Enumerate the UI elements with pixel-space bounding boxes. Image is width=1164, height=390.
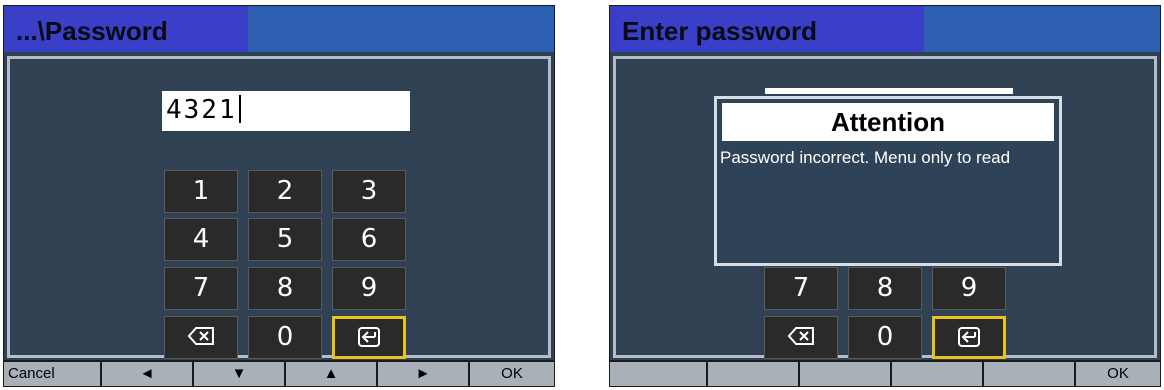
page-title: Enter password [622, 16, 818, 46]
key-enter[interactable] [932, 316, 1006, 359]
softkey-1[interactable] [610, 362, 706, 386]
key-7[interactable]: 7 [164, 267, 238, 310]
softkey-6[interactable]: OK [468, 362, 554, 386]
dialog-message: Password incorrect. Menu only to read [720, 148, 1011, 167]
key-9[interactable]: 9 [932, 267, 1006, 310]
key-1[interactable]: 1 [164, 170, 238, 213]
key-3[interactable]: 3 [332, 170, 406, 213]
key-0[interactable]: 0 [848, 316, 922, 359]
key-0[interactable]: 0 [248, 316, 322, 359]
key-6[interactable]: 6 [332, 218, 406, 261]
softkey-5[interactable]: ► [376, 362, 468, 386]
password-screen-right: Enter password 7890 Attention Password i… [609, 5, 1161, 387]
page-title: ...\Password [16, 16, 168, 46]
key-5[interactable]: 5 [248, 218, 322, 261]
softkey-3[interactable] [798, 362, 890, 386]
key-backspace[interactable] [164, 316, 238, 359]
enter-icon [335, 326, 403, 348]
password-screen-left: ...\Password 4321 123 456 7890 Cancel ◄ ▼ ▲ ► O… [3, 5, 555, 387]
softkey-2[interactable] [706, 362, 798, 386]
key-9[interactable]: 9 [332, 267, 406, 310]
key-7[interactable]: 7 [764, 267, 838, 310]
softkey-5[interactable] [982, 362, 1074, 386]
softkey-2[interactable]: ◄ [100, 362, 192, 386]
attention-dialog: Attention Password incorrect. Menu only … [714, 96, 1062, 266]
softkey-bar: Cancel ◄ ▼ ▲ ► OK [4, 360, 554, 386]
password-input[interactable]: 4321 [162, 91, 410, 131]
softkey-bar: OK [610, 360, 1160, 386]
title-bar: ...\Password [4, 6, 554, 52]
key-2[interactable]: 2 [248, 170, 322, 213]
softkey-3[interactable]: ▼ [192, 362, 284, 386]
softkey-6[interactable]: OK [1074, 362, 1160, 386]
key-8[interactable]: 8 [848, 267, 922, 310]
password-input [765, 88, 1013, 94]
softkey-4[interactable] [890, 362, 982, 386]
softkey-4[interactable]: ▲ [284, 362, 376, 386]
key-8[interactable]: 8 [248, 267, 322, 310]
backspace-icon [165, 326, 237, 346]
softkey-1[interactable]: Cancel [4, 362, 100, 386]
title-bar: Enter password [610, 6, 1160, 52]
dialog-title: Attention [722, 103, 1054, 141]
backspace-icon [765, 326, 837, 346]
key-backspace[interactable] [764, 316, 838, 359]
key-4[interactable]: 4 [164, 218, 238, 261]
password-value: 4321 [166, 95, 237, 125]
enter-icon [935, 326, 1003, 348]
key-enter[interactable] [332, 316, 406, 359]
text-caret [238, 95, 241, 123]
